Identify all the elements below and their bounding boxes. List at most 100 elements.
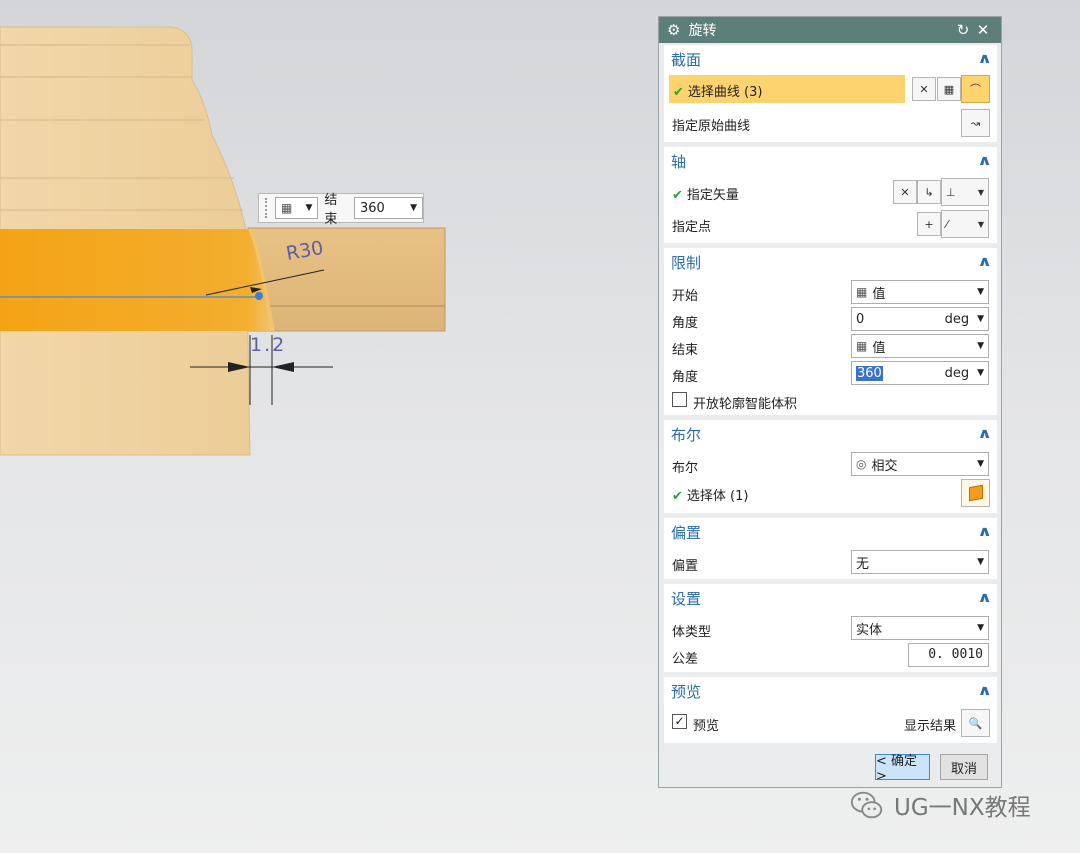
- start-row: 开始 ▦ 值 ▼: [664, 279, 997, 306]
- body-type-value: 实体: [856, 622, 883, 638]
- start-angle-value: 0: [856, 311, 865, 327]
- select-curve-label-wrap: ✔ 选择曲线 (3): [673, 81, 762, 100]
- axis-group-header[interactable]: 轴 ∧: [664, 147, 997, 175]
- tolerance-row: 公差 0. 0010: [664, 642, 997, 669]
- preview-group-header[interactable]: 预览 ∧: [664, 677, 997, 705]
- dimension-annotation[interactable]: 1.2: [250, 334, 286, 356]
- settings-group: 设置 ∧ 体类型 实体 ▼ 公差 0. 0010: [664, 584, 997, 672]
- intersect-icon: ◎: [856, 457, 867, 471]
- section-group-header[interactable]: 截面 ∧: [664, 45, 997, 73]
- dialog-titlebar[interactable]: ⚙ 旋转 ↻ ✕: [659, 17, 1001, 43]
- end-type-dropdown[interactable]: ▦ 值 ▼: [851, 334, 989, 358]
- boolean-group-header[interactable]: 布尔 ∧: [664, 420, 997, 448]
- offset-header-label: 偏置: [671, 523, 702, 542]
- chevron-down-icon: ▼: [977, 314, 984, 324]
- collapse-chevron-icon[interactable]: ∧: [977, 590, 992, 606]
- select-body-label: 选择体 (1): [686, 489, 749, 504]
- select-curve-icon[interactable]: ⌒: [961, 75, 990, 103]
- ok-button[interactable]: < 确定 >: [875, 754, 930, 784]
- screen-input-toolbar: ▦ ▼ 结束 360 ▼: [258, 193, 424, 227]
- chevron-down-icon: ▼: [977, 341, 984, 351]
- end-angle-input[interactable]: 360 deg ▼: [851, 361, 989, 385]
- vector-icon: ⊥: [946, 185, 956, 199]
- boolean-dropdown[interactable]: ◎ 相交 ▼: [851, 452, 989, 476]
- watermark-text: UG一NX教程: [894, 795, 1031, 821]
- limits-group-header[interactable]: 限制 ∧: [664, 248, 997, 276]
- boolean-label: 布尔: [672, 461, 699, 476]
- limits-header-label: 限制: [671, 253, 702, 272]
- check-icon: ✔: [672, 489, 683, 504]
- check-icon: ✔: [672, 188, 683, 203]
- original-curve-row: 指定原始曲线 ↝: [664, 109, 997, 137]
- collapse-chevron-icon[interactable]: ∧: [977, 524, 992, 540]
- axis-header-label: 轴: [671, 152, 687, 171]
- end-value-mini-input[interactable]: 360 ▼: [354, 197, 424, 219]
- collapse-chevron-icon[interactable]: ∧: [977, 153, 992, 169]
- point-type-dropdown[interactable]: ⁄ ▼: [941, 210, 989, 238]
- model-canvas: [0, 26, 446, 456]
- close-icon[interactable]: ✕: [973, 21, 993, 39]
- value-type-icon: ▦: [856, 339, 868, 353]
- revolve-dialog: ⚙ 旋转 ↻ ✕ 截面 ∧ ✔ 选择曲线 (3) ✕ ▦ ⌒ 指定原始曲线 ↝ 轴…: [658, 16, 1002, 788]
- toolbar-grip-handle[interactable]: [265, 198, 269, 218]
- magnifier-icon[interactable]: 🔍: [961, 709, 990, 737]
- reverse-direction-icon[interactable]: ✕: [893, 180, 917, 204]
- value-type-icon: ▦: [280, 201, 293, 215]
- collapse-chevron-icon[interactable]: ∧: [977, 426, 992, 442]
- end-angle-unit: deg: [944, 365, 970, 381]
- vector-dialog-icon[interactable]: ↳: [917, 180, 941, 204]
- body-type-row: 体类型 实体 ▼: [664, 615, 997, 642]
- preview-header-label: 预览: [671, 682, 702, 701]
- offset-group-header[interactable]: 偏置 ∧: [664, 518, 997, 546]
- collapse-chevron-icon[interactable]: ∧: [977, 683, 992, 699]
- select-curve-row[interactable]: ✔ 选择曲线 (3) ✕ ▦ ⌒: [664, 75, 997, 103]
- chevron-down-icon: ▼: [977, 623, 984, 633]
- point-dialog-icon[interactable]: +: [917, 212, 941, 236]
- start-type-dropdown[interactable]: ▦ 值 ▼: [851, 280, 989, 304]
- vector-type-dropdown[interactable]: ⊥ ▼: [941, 178, 989, 206]
- collapse-chevron-icon[interactable]: ∧: [977, 51, 992, 67]
- tolerance-input[interactable]: 0. 0010: [908, 643, 989, 667]
- limit-type-mini-dropdown[interactable]: ▦ ▼: [274, 197, 319, 219]
- settings-header-label: 设置: [671, 589, 702, 608]
- start-label: 开始: [672, 289, 699, 304]
- start-angle-input[interactable]: 0 deg ▼: [851, 307, 989, 331]
- start-angle-label: 角度: [672, 316, 699, 331]
- collapse-chevron-icon[interactable]: ∧: [977, 254, 992, 270]
- settings-group-header[interactable]: 设置 ∧: [664, 584, 997, 612]
- start-angle-unit: deg: [944, 311, 970, 327]
- limits-group: 限制 ∧ 开始 ▦ 值 ▼ 角度 0 deg ▼ 结束 ▦ 值 ▼ 角度 360…: [664, 248, 997, 415]
- graphics-viewport[interactable]: R30 1.2 ▦ ▼ 结束 360 ▼: [0, 0, 650, 853]
- dialog-title: 旋转: [688, 23, 717, 39]
- chevron-down-icon: ▼: [977, 219, 984, 229]
- preview-label: 预览: [693, 719, 720, 734]
- body-type-dropdown[interactable]: 实体 ▼: [851, 616, 989, 640]
- specify-point-label: 指定点: [672, 220, 712, 235]
- select-body-icon[interactable]: [961, 479, 990, 507]
- curve-filter-icon[interactable]: ▦: [937, 77, 961, 101]
- open-profile-label: 开放轮廓智能体积: [693, 397, 798, 412]
- offset-row: 偏置 无 ▼: [664, 549, 997, 576]
- open-profile-checkbox[interactable]: [672, 392, 687, 407]
- sketch-section-icon[interactable]: ✕: [912, 77, 936, 101]
- axis-group: 轴 ∧ ✔ 指定矢量 ✕ ↳ ⊥ ▼ 指定点 + ⁄ ▼: [664, 147, 997, 243]
- value-type-icon: ▦: [856, 285, 868, 299]
- chevron-down-icon: ▼: [977, 287, 984, 297]
- chevron-down-icon: ▼: [305, 203, 313, 213]
- chevron-down-icon: ▼: [977, 459, 984, 469]
- original-curve-icon[interactable]: ↝: [961, 109, 990, 137]
- reset-icon[interactable]: ↻: [953, 21, 973, 39]
- end-label: 结束: [324, 193, 338, 227]
- specify-vector-row: ✔ 指定矢量 ✕ ↳ ⊥ ▼: [664, 178, 997, 206]
- end-angle-label: 角度: [672, 370, 699, 385]
- show-result-label: 显示结果: [904, 719, 957, 734]
- offset-dropdown[interactable]: 无 ▼: [851, 550, 989, 574]
- model-ring: [0, 229, 275, 331]
- gear-icon: ⚙: [667, 21, 681, 39]
- preview-checkbox[interactable]: ✓: [672, 714, 687, 729]
- select-body-label-wrap: ✔ 选择体 (1): [672, 485, 748, 504]
- check-icon: ✔: [673, 85, 684, 100]
- boolean-group: 布尔 ∧ 布尔 ◎ 相交 ▼ ✔ 选择体 (1): [664, 420, 997, 513]
- body-type-label: 体类型: [672, 625, 712, 640]
- cancel-button[interactable]: 取消: [940, 754, 988, 780]
